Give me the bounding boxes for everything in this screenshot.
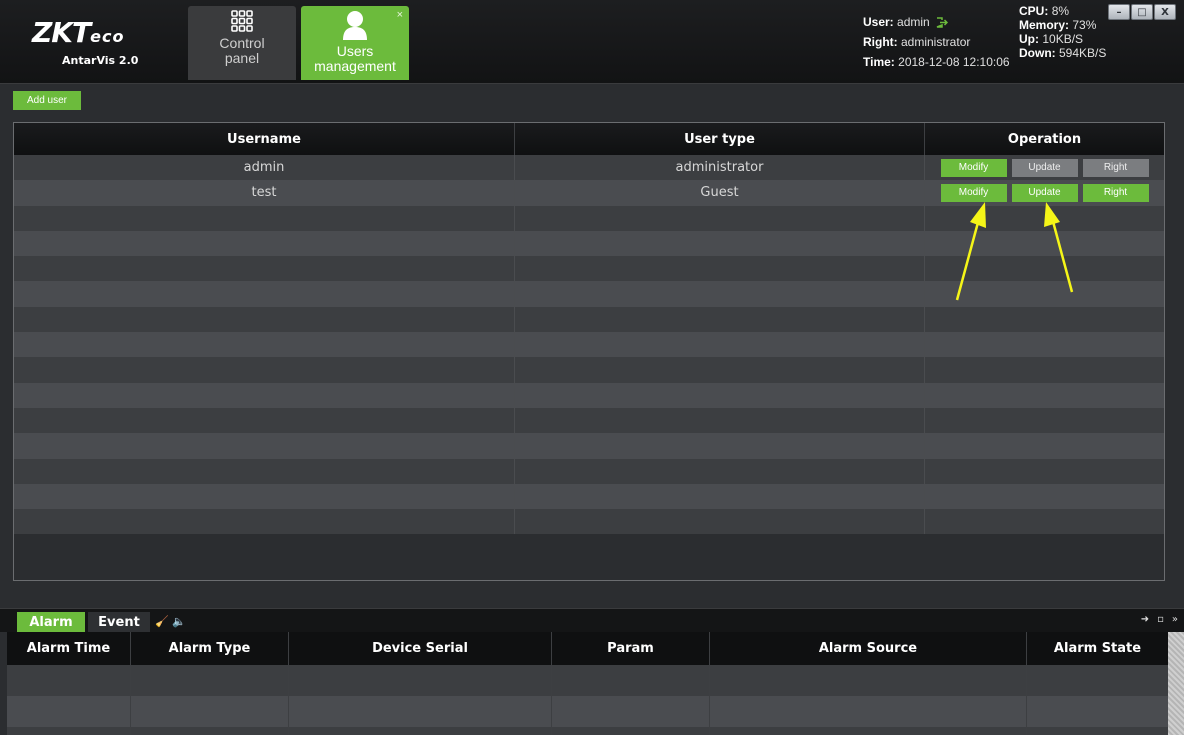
- user-type-cell: Guest: [515, 180, 925, 206]
- alarm-panel-bar: Alarm Event 🧹 🔈 ➜ ▫ »: [0, 608, 1184, 632]
- cpu-label: CPU:: [1019, 4, 1049, 18]
- user-icon: [343, 11, 367, 40]
- tab-event[interactable]: Event: [88, 612, 150, 632]
- table-row: [14, 205, 1164, 231]
- table-row: [14, 281, 1164, 307]
- sound-icon[interactable]: 🔈: [172, 615, 186, 628]
- alarm-table-header: Alarm Time Alarm Type Device Serial Para…: [7, 632, 1168, 665]
- col-alarm-state[interactable]: Alarm State: [1027, 632, 1168, 665]
- table-row: [14, 332, 1164, 358]
- modify-button[interactable]: Modify: [940, 158, 1007, 177]
- tab-users-management[interactable]: × Users management: [301, 6, 409, 80]
- col-operation[interactable]: Operation: [925, 123, 1164, 155]
- right-button[interactable]: Right: [1082, 183, 1149, 202]
- users-table-header: Username User type Operation: [14, 123, 1164, 155]
- table-row: [14, 509, 1164, 535]
- table-row: [14, 230, 1164, 257]
- col-user-type[interactable]: User type: [515, 123, 925, 155]
- logo-eco-text: eco: [90, 27, 125, 46]
- clear-icon[interactable]: 🧹: [155, 615, 169, 628]
- operation-cell: Modify Update Right: [925, 155, 1164, 180]
- tab-control-label-1: Control: [219, 35, 265, 51]
- col-username[interactable]: Username: [14, 123, 515, 155]
- username-cell: test: [14, 180, 515, 206]
- tab-control-panel[interactable]: Control panel: [188, 6, 296, 80]
- tab-users-label-2: management: [314, 58, 396, 74]
- alarm-tools: 🧹 🔈: [155, 615, 186, 628]
- tab-control-label-2: panel: [224, 50, 260, 66]
- modify-button[interactable]: Modify: [940, 183, 1007, 202]
- alarm-scrollbar[interactable]: [1168, 632, 1184, 735]
- table-row: [14, 433, 1164, 459]
- product-name: AntarVis 2.0: [62, 54, 139, 67]
- down-label: Down:: [1019, 46, 1056, 60]
- close-button[interactable]: X: [1154, 4, 1176, 20]
- app-header: ZKTeco AntarVis 2.0 Control panel × User…: [0, 0, 1184, 84]
- update-button[interactable]: Update: [1011, 183, 1078, 202]
- users-table: Username User type Operation admin admin…: [13, 122, 1165, 581]
- app-logo: ZKTeco AntarVis 2.0: [32, 16, 172, 68]
- collapse-icon[interactable]: »: [1172, 614, 1178, 625]
- cpu-value: 8%: [1051, 4, 1070, 18]
- close-tab-icon[interactable]: ×: [397, 8, 403, 23]
- up-label: Up:: [1019, 32, 1039, 46]
- table-row[interactable]: admin administrator Modify Update Right: [14, 155, 1164, 181]
- table-row: [14, 306, 1164, 333]
- empty-rows: [14, 205, 1164, 535]
- table-row: [7, 696, 1168, 727]
- panel-controls: ➜ ▫ »: [1141, 614, 1178, 625]
- col-param[interactable]: Param: [552, 632, 710, 665]
- user-value: admin: [897, 15, 930, 29]
- user-type-cell: administrator: [515, 155, 925, 181]
- table-row: [14, 382, 1164, 408]
- logout-icon[interactable]: [936, 17, 949, 29]
- table-row: [14, 458, 1164, 484]
- alarm-table: Alarm Time Alarm Type Device Serial Para…: [7, 632, 1168, 735]
- minimize-button[interactable]: –: [1108, 4, 1130, 20]
- tab-users-label-1: Users: [336, 43, 374, 59]
- username-cell: admin: [14, 155, 515, 181]
- session-status: User: admin Right: administrator Time: 2…: [863, 12, 1010, 72]
- restore-icon[interactable]: ▫: [1157, 614, 1164, 625]
- right-label: Right:: [863, 35, 898, 49]
- window-controls: – □ X: [1108, 4, 1176, 20]
- right-button[interactable]: Right: [1082, 158, 1149, 177]
- up-value: 10KB/S: [1042, 32, 1084, 46]
- pin-icon[interactable]: ➜: [1141, 614, 1149, 625]
- system-stats: CPU: 8% Memory: 73% Up: 10KB/S Down: 594…: [1019, 4, 1106, 60]
- table-row: [7, 665, 1168, 696]
- col-alarm-time[interactable]: Alarm Time: [7, 632, 131, 665]
- col-device-serial[interactable]: Device Serial: [289, 632, 552, 665]
- user-label: User:: [863, 15, 894, 29]
- logo-text: ZKT: [32, 16, 91, 49]
- maximize-button[interactable]: □: [1131, 4, 1153, 20]
- time-value: 2018-12-08 12:10:06: [898, 55, 1010, 69]
- operation-cell: Modify Update Right: [925, 180, 1164, 205]
- table-row: [14, 357, 1164, 383]
- add-user-button[interactable]: Add user: [13, 91, 81, 110]
- time-label: Time:: [863, 55, 895, 69]
- table-row: [14, 256, 1164, 282]
- memory-label: Memory:: [1019, 18, 1070, 32]
- table-row: [14, 407, 1164, 434]
- table-row: [7, 727, 1168, 735]
- tab-alarm[interactable]: Alarm: [17, 612, 85, 632]
- table-row: [14, 483, 1164, 510]
- grid-icon: [231, 10, 253, 32]
- down-value: 594KB/S: [1059, 46, 1107, 60]
- update-button[interactable]: Update: [1011, 158, 1078, 177]
- col-alarm-source[interactable]: Alarm Source: [710, 632, 1027, 665]
- memory-value: 73%: [1072, 18, 1097, 32]
- col-alarm-type[interactable]: Alarm Type: [131, 632, 289, 665]
- right-value: administrator: [901, 35, 971, 49]
- table-row[interactable]: test Guest Modify Update Right: [14, 180, 1164, 206]
